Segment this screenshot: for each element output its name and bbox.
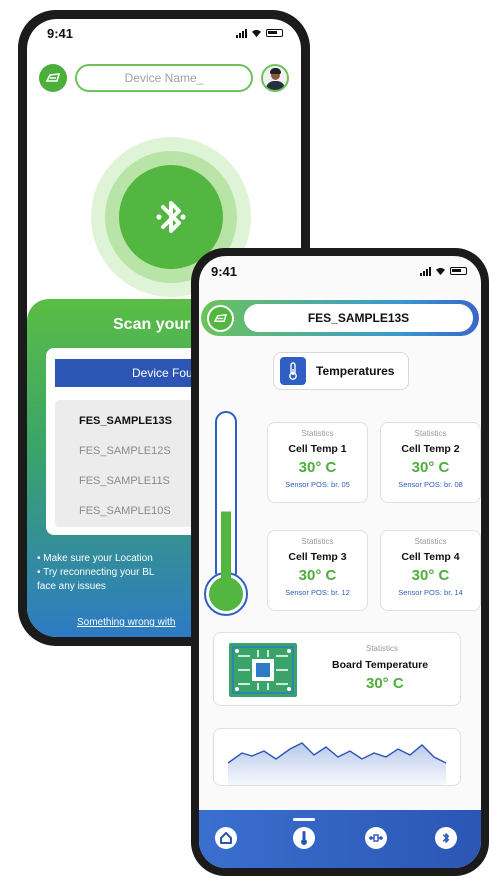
device-name[interactable]: FES_SAMPLE13S — [244, 304, 473, 332]
cell-temp-card[interactable]: Statistics Cell Temp 3 30° C Sensor POS:… — [267, 530, 368, 611]
signal-icon — [420, 266, 431, 276]
cell-name: Cell Temp 1 — [288, 443, 347, 455]
thermometer-icon — [280, 357, 306, 385]
scan-top-bar: Device Name_ — [39, 63, 289, 93]
thermometer-icon — [301, 831, 307, 845]
status-bar: 9:41 — [199, 256, 481, 286]
cell-value: 30° C — [298, 459, 337, 476]
wifi-icon — [436, 267, 445, 275]
thermometer-gauge — [204, 411, 248, 616]
sensor-position: Sensor POS: br. 12 — [285, 588, 350, 597]
cell-name: Cell Temp 2 — [401, 443, 460, 455]
status-time: 9:41 — [47, 25, 74, 41]
bottom-nav — [199, 810, 481, 868]
search-placeholder: Device Name_ — [124, 71, 204, 85]
stat-label: Statistics — [414, 537, 447, 546]
connector-icon — [369, 834, 383, 842]
board-value: 30° C — [366, 675, 404, 692]
status-bar: 9:41 — [27, 19, 301, 47]
temps-screen: 9:41 FES_SAMPLE13S Temperatures Statisti… — [199, 256, 481, 868]
cell-temp-card[interactable]: Statistics Cell Temp 1 30° C Sensor POS:… — [267, 422, 368, 503]
signal-icon — [236, 28, 247, 38]
tip-line: • Try reconnecting your BL — [37, 567, 155, 578]
status-icons — [420, 266, 467, 276]
cell-value: 30° C — [411, 567, 450, 584]
nav-connector[interactable] — [365, 827, 387, 849]
temperatures-tab[interactable]: Temperatures — [273, 352, 409, 390]
nav-temperatures[interactable] — [293, 827, 315, 849]
cell-name: Cell Temp 3 — [288, 551, 347, 563]
app-logo-icon[interactable] — [39, 64, 67, 92]
cell-temp-card[interactable]: Statistics Cell Temp 4 30° C Sensor POS:… — [380, 530, 481, 611]
temperatures-label: Temperatures — [316, 364, 395, 378]
sensor-position: Sensor POS: br. 14 — [398, 588, 463, 597]
sensor-position: Sensor POS: br. 05 — [285, 480, 350, 489]
stat-label: Statistics — [414, 429, 447, 438]
cell-name: Cell Temp 4 — [401, 551, 460, 563]
board-temp-card[interactable]: Statistics Board Temperature 30° C — [213, 632, 461, 706]
home-icon — [220, 832, 232, 844]
bluetooth-icon — [156, 201, 186, 233]
wifi-icon — [252, 29, 261, 37]
battery-icon — [266, 29, 283, 37]
stat-label: Statistics — [301, 429, 334, 438]
device-name-search-input[interactable]: Device Name_ — [75, 64, 253, 92]
sensor-position: Sensor POS: br. 08 — [398, 480, 463, 489]
device-header: FES_SAMPLE13S — [199, 294, 481, 342]
temps-phone: 9:41 FES_SAMPLE13S Temperatures Statisti… — [191, 248, 489, 876]
cell-value: 30° C — [298, 567, 337, 584]
tip-line: face any issues — [37, 581, 106, 592]
help-link[interactable]: Something wrong with — [77, 617, 175, 628]
board-name: Board Temperature — [332, 659, 429, 671]
active-tab-indicator — [293, 818, 315, 821]
scan-tips: • Make sure your Location • Try reconnec… — [37, 552, 154, 594]
stat-label: Statistics — [366, 644, 399, 653]
sparkline-graph — [227, 742, 447, 785]
nav-bluetooth[interactable] — [435, 827, 457, 849]
battery-icon — [450, 267, 467, 275]
stat-label: Statistics — [301, 537, 334, 546]
cell-temp-card[interactable]: Statistics Cell Temp 2 30° C Sensor POS:… — [380, 422, 481, 503]
tip-line: • Make sure your Location — [37, 553, 153, 564]
status-time: 9:41 — [211, 263, 238, 279]
app-logo-icon[interactable] — [207, 305, 234, 332]
circuit-board-icon — [229, 643, 297, 697]
bluetooth-icon — [442, 833, 450, 843]
status-icons — [236, 28, 283, 38]
user-avatar[interactable] — [261, 64, 289, 92]
nav-home[interactable] — [215, 827, 237, 849]
temperature-sparkline[interactable] — [213, 728, 461, 786]
cell-value: 30° C — [411, 459, 450, 476]
